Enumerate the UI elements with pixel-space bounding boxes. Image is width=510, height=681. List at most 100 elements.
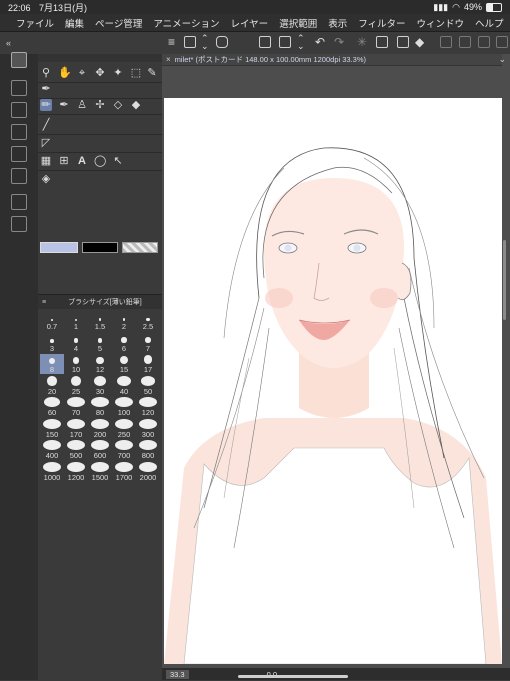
airbrush-icon[interactable]: ♙ [76,99,88,111]
undo-icon[interactable]: ↶ [315,35,325,49]
brush-size-option[interactable]: 800 [136,440,160,460]
vertical-scrollbar[interactable] [503,240,506,320]
brush-size-option[interactable]: 1 [64,311,88,331]
menu-view[interactable]: 表示 [328,16,347,30]
panel-menu-icon[interactable]: ≡ [42,299,46,306]
correct-line-icon[interactable]: ↖ [112,155,124,167]
brush-size-option[interactable]: 200 [88,418,112,439]
menu-layer[interactable]: レイヤー [230,16,268,30]
brush-size-option[interactable]: 100 [112,397,136,417]
brush-size-option[interactable]: 300 [136,418,160,439]
brush-size-option[interactable]: 2 [112,311,136,331]
zoom-tool-icon[interactable]: ⚲ [40,67,52,79]
open-folder-icon[interactable] [259,36,271,48]
menu-animation[interactable]: アニメーション [153,16,219,30]
main-color-swatch[interactable] [40,242,78,253]
brush-size-option[interactable]: 1700 [112,461,136,482]
brush-size-option[interactable]: 8 [40,354,64,374]
transparent-color-swatch[interactable] [122,242,158,253]
brush-size-option[interactable]: 500 [64,440,88,460]
document-tab[interactable]: × milet* (ポストカード 148.00 x 100.00mm 1200d… [162,54,502,66]
brush-size-icon[interactable] [11,194,27,210]
layers-toggle-icon[interactable] [11,52,27,68]
balloon-icon[interactable]: ◯ [94,155,106,167]
deselect-icon[interactable] [440,36,452,48]
brush-size-option[interactable]: 150 [40,418,64,439]
brush-size-option[interactable]: 10 [64,354,88,374]
brush-size-option[interactable]: 4 [64,333,88,353]
horizontal-scrollbar[interactable] [238,675,348,678]
tab-chevron-icon[interactable]: ⌄ [498,54,506,65]
brush-size-option[interactable]: 50 [136,375,160,396]
sub-tool-icon[interactable] [11,124,27,140]
brush-size-option[interactable]: 5 [88,333,112,353]
brush-size-option[interactable]: 1200 [64,461,88,482]
brush-size-option[interactable]: 12 [88,354,112,374]
menu-filter[interactable]: フィルター [358,16,405,30]
eraser-icon[interactable]: ◇ [112,99,124,111]
crop-icon[interactable] [397,36,409,48]
menu-window[interactable]: ウィンドウ [417,16,465,30]
brush-size-option[interactable]: 170 [64,418,88,439]
drawing-paper[interactable] [164,98,502,664]
pencil-tool-selected-icon[interactable]: ✏ [40,99,52,111]
tool-property-icon[interactable] [11,146,27,162]
sub-color-swatch[interactable] [82,242,118,253]
stepper-icon[interactable]: ⌃ ⌄ [201,34,209,51]
blend-icon[interactable]: ◆ [130,99,142,111]
figure-tool-icon[interactable]: ◸ [40,137,52,149]
brush-size-option[interactable]: 25 [64,375,88,396]
decoration-icon[interactable]: ✢ [94,99,106,111]
brush-size-option[interactable]: 3 [40,333,64,353]
fill-tool-icon[interactable]: ◈ [40,173,52,185]
hamburger-menu-icon[interactable]: ≡ [168,35,175,49]
brush-size-option[interactable]: 6 [112,333,136,353]
camera-icon[interactable] [216,36,228,48]
redo-icon[interactable]: ↷ [334,35,344,49]
brush-size-option[interactable]: 700 [112,440,136,460]
brush-size-option[interactable]: 80 [88,397,112,417]
brush-size-option[interactable]: 600 [88,440,112,460]
menu-edit[interactable]: 編集 [65,16,84,30]
brush-size-option[interactable]: 120 [136,397,160,417]
layer-property-icon[interactable] [11,168,27,184]
menu-help[interactable]: ヘルプ [475,16,504,30]
brush-size-option[interactable]: 20 [40,376,64,396]
auto-select-icon[interactable]: ✦ [112,67,124,79]
hand-tool-icon[interactable]: ✋ [58,67,72,79]
brush-size-option[interactable]: 250 [112,418,136,439]
new-canvas-icon[interactable] [184,36,196,48]
brush-size-option[interactable]: 1500 [88,461,112,482]
more-icon[interactable] [496,36,508,48]
ruler-icon[interactable] [11,80,27,96]
collapse-icon[interactable]: « [6,38,11,48]
brush-size-option[interactable]: 7 [136,333,160,353]
brush-size-option[interactable]: 60 [40,397,64,417]
operation-tool-icon[interactable]: ⌖ [76,67,88,79]
brush-size-option[interactable]: 0.7 [40,311,64,331]
line-tool-icon[interactable]: ╱ [40,119,52,131]
brush-size-option[interactable]: 400 [40,440,64,460]
fill-bucket-icon[interactable]: ◆ [415,35,424,49]
menu-file[interactable]: ファイル [16,16,54,30]
brush-size-option[interactable]: 70 [64,397,88,417]
brush-size-option[interactable]: 30 [88,375,112,396]
pen-tool-icon[interactable]: ✒ [40,83,52,95]
menu-page[interactable]: ページ管理 [95,16,142,30]
brush-size-option[interactable]: 1000 [40,461,64,482]
brush-size-option[interactable]: 15 [112,354,136,374]
brush-size-option[interactable]: 2000 [136,461,160,482]
stepper-icon-2[interactable]: ⌃ ⌄ [297,34,305,51]
marquee-icon[interactable]: ⬚ [130,67,142,79]
frame-icon[interactable]: ⊞ [58,155,70,167]
save-icon[interactable] [279,36,291,48]
zoom-value[interactable]: 33.3 [166,669,189,679]
gradient-icon[interactable]: ▦ [40,155,52,167]
brush-size-option[interactable]: 17 [136,354,160,374]
clear-icon[interactable]: ✳ [357,35,367,49]
brush-icon[interactable]: ✒ [58,99,70,111]
close-tab-icon[interactable]: × [166,55,171,64]
selection-layer-icon[interactable] [478,36,490,48]
brush-size-option[interactable]: 40 [112,375,136,396]
brush-size-option[interactable]: 1.5 [88,311,112,331]
